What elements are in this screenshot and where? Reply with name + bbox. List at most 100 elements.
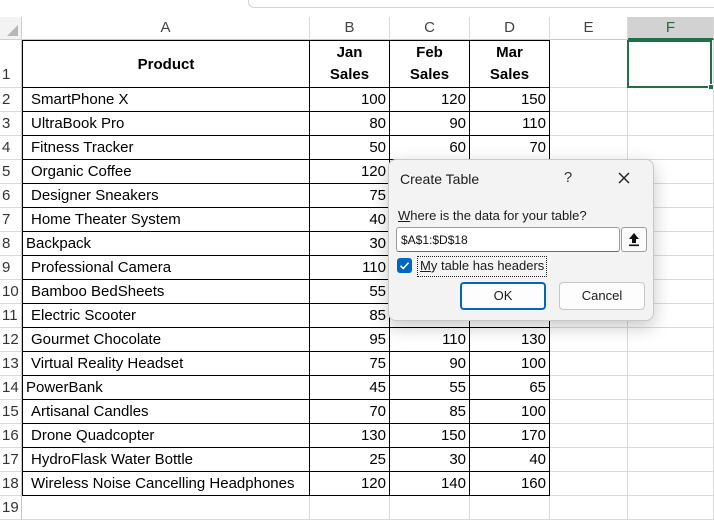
cell-jan[interactable]: 55	[310, 280, 390, 304]
header-cell[interactable]: Product	[22, 40, 310, 88]
row-header[interactable]: 2	[0, 88, 22, 112]
column-header-b[interactable]: B	[310, 17, 390, 40]
cell-feb[interactable]: 85	[390, 400, 470, 424]
cell-jan[interactable]: 130	[310, 424, 390, 448]
row-header[interactable]: 5	[0, 160, 22, 184]
empty-cell[interactable]	[628, 496, 714, 520]
empty-cell[interactable]	[550, 496, 628, 520]
cell-product[interactable]: Virtual Reality Headset	[22, 352, 310, 376]
row-header[interactable]: 3	[0, 112, 22, 136]
cell-mar[interactable]: 110	[470, 112, 550, 136]
cell-product[interactable]: HydroFlask Water Bottle	[22, 448, 310, 472]
empty-cell[interactable]	[628, 352, 714, 376]
row-header[interactable]: 11	[0, 304, 22, 328]
cell-product[interactable]: Backpack	[22, 232, 310, 256]
empty-cell[interactable]	[550, 88, 628, 112]
row-header[interactable]: 4	[0, 136, 22, 160]
cell-feb[interactable]: 120	[390, 88, 470, 112]
close-button[interactable]	[613, 167, 635, 189]
row-header[interactable]: 17	[0, 448, 22, 472]
cell-product[interactable]: SmartPhone X	[22, 88, 310, 112]
empty-cell[interactable]	[628, 424, 714, 448]
empty-cell[interactable]	[310, 496, 390, 520]
select-all-corner[interactable]	[0, 17, 22, 40]
row-header[interactable]: 15	[0, 400, 22, 424]
cell-product[interactable]: Gourmet Chocolate	[22, 328, 310, 352]
empty-cell[interactable]	[550, 328, 628, 352]
cell-jan[interactable]: 70	[310, 400, 390, 424]
cell-mar[interactable]: 70	[470, 136, 550, 160]
row-header[interactable]: 19	[0, 496, 22, 520]
row-header[interactable]: 14	[0, 376, 22, 400]
empty-cell[interactable]	[22, 496, 310, 520]
empty-cell[interactable]	[550, 136, 628, 160]
data-range-input[interactable]	[396, 227, 620, 252]
row-header[interactable]: 13	[0, 352, 22, 376]
cell-product[interactable]: Artisanal Candles	[22, 400, 310, 424]
cell-product[interactable]: UltraBook Pro	[22, 112, 310, 136]
cell-feb[interactable]: 140	[390, 472, 470, 496]
cell-product[interactable]: Fitness Tracker	[22, 136, 310, 160]
column-header-f[interactable]: F	[628, 17, 714, 40]
collapse-dialog-button[interactable]	[621, 227, 647, 252]
row-header[interactable]: 8	[0, 232, 22, 256]
empty-cell[interactable]	[628, 328, 714, 352]
column-header-d[interactable]: D	[470, 17, 550, 40]
column-header-a[interactable]: A	[22, 17, 310, 40]
empty-cell[interactable]	[550, 112, 628, 136]
cell-jan[interactable]: 85	[310, 304, 390, 328]
empty-cell[interactable]	[628, 400, 714, 424]
cell-mar[interactable]: 100	[470, 352, 550, 376]
fill-handle[interactable]	[708, 84, 714, 90]
row-header[interactable]: 16	[0, 424, 22, 448]
empty-cell[interactable]	[628, 136, 714, 160]
row-header[interactable]: 9	[0, 256, 22, 280]
empty-cell[interactable]	[550, 352, 628, 376]
empty-cell[interactable]	[628, 448, 714, 472]
cell-product[interactable]: Organic Coffee	[22, 160, 310, 184]
cell-jan[interactable]: 75	[310, 352, 390, 376]
header-cell[interactable]: Feb Sales	[390, 40, 470, 88]
cell-jan[interactable]: 75	[310, 184, 390, 208]
empty-cell[interactable]	[390, 496, 470, 520]
cell-jan[interactable]: 40	[310, 208, 390, 232]
cell-mar[interactable]: 100	[470, 400, 550, 424]
cell-product[interactable]: Bamboo BedSheets	[22, 280, 310, 304]
empty-cell[interactable]	[550, 376, 628, 400]
cell-jan[interactable]: 80	[310, 112, 390, 136]
headers-checkbox[interactable]	[397, 258, 412, 273]
help-button[interactable]: ?	[561, 169, 575, 186]
column-header-e[interactable]: E	[550, 17, 628, 40]
cell-jan[interactable]: 120	[310, 160, 390, 184]
cell-jan[interactable]: 30	[310, 232, 390, 256]
cell-jan[interactable]: 45	[310, 376, 390, 400]
empty-cell[interactable]	[628, 112, 714, 136]
cell-product[interactable]: Drone Quadcopter	[22, 424, 310, 448]
cell-product[interactable]: Home Theater System	[22, 208, 310, 232]
cell-feb[interactable]: 150	[390, 424, 470, 448]
cell-mar[interactable]: 65	[470, 376, 550, 400]
empty-cell[interactable]	[470, 496, 550, 520]
empty-cell[interactable]	[550, 40, 628, 88]
cell-feb[interactable]: 110	[390, 328, 470, 352]
empty-cell[interactable]	[550, 400, 628, 424]
active-cell-f1[interactable]	[627, 40, 714, 90]
headers-checkbox-label[interactable]: My table has headers	[416, 256, 548, 277]
header-cell[interactable]: Mar Sales	[470, 40, 550, 88]
cell-product[interactable]: PowerBank	[22, 376, 310, 400]
cell-jan[interactable]: 25	[310, 448, 390, 472]
column-header-c[interactable]: C	[390, 17, 470, 40]
row-header[interactable]: 12	[0, 328, 22, 352]
cell-mar[interactable]: 170	[470, 424, 550, 448]
cell-jan[interactable]: 95	[310, 328, 390, 352]
cell-feb[interactable]: 55	[390, 376, 470, 400]
cell-product[interactable]: Wireless Noise Cancelling Headphones	[22, 472, 310, 496]
row-header[interactable]: 18	[0, 472, 22, 496]
cell-feb[interactable]: 90	[390, 352, 470, 376]
cell-mar[interactable]: 150	[470, 88, 550, 112]
empty-cell[interactable]	[550, 448, 628, 472]
row-header[interactable]: 6	[0, 184, 22, 208]
empty-cell[interactable]	[550, 472, 628, 496]
cell-jan[interactable]: 110	[310, 256, 390, 280]
cell-jan[interactable]: 120	[310, 472, 390, 496]
